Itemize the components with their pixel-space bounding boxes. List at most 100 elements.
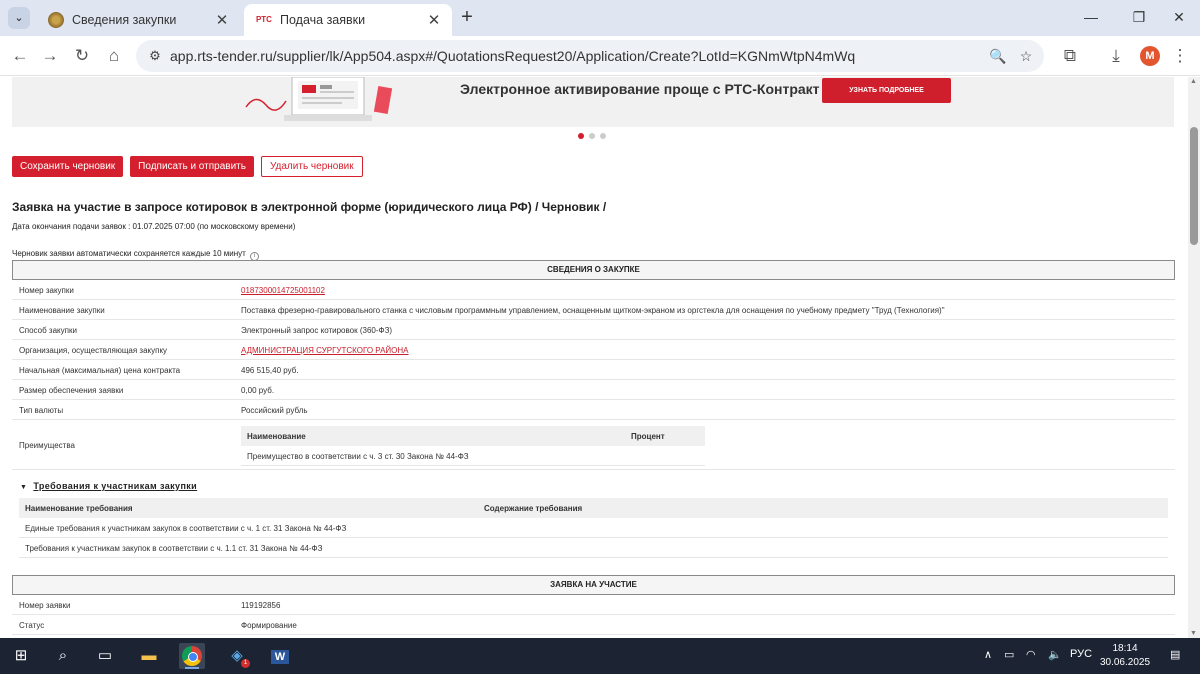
info-row-method: Способ закупки Электронный запрос котиро… — [12, 320, 1175, 340]
advantages-table: Наименование Процент Преимущество в соот… — [241, 426, 705, 466]
tab-procurement-info[interactable]: Сведения закупки ✕ — [36, 4, 240, 36]
word-icon[interactable]: W — [267, 643, 293, 669]
back-button[interactable]: ← — [8, 44, 32, 68]
row-label: Номер заявки — [19, 601, 71, 610]
close-window-button[interactable]: ✕ — [1164, 5, 1194, 29]
home-button[interactable]: ⌂ — [102, 44, 126, 68]
close-icon[interactable]: ✕ — [214, 11, 230, 29]
info-row-name: Наименование закупки Поставка фрезерно-г… — [12, 300, 1175, 320]
search-icon[interactable]: ⌕ — [50, 643, 76, 669]
windows-start-icon[interactable]: ⊞ — [8, 643, 34, 669]
page-content: Электронное активирование проще с РТС-Ко… — [0, 77, 1188, 638]
close-icon[interactable]: ✕ — [426, 11, 442, 29]
row-value: 0,00 руб. — [241, 386, 275, 395]
table-row: Требования к участникам закупок в соотве… — [19, 538, 1168, 558]
sign-and-send-button[interactable]: Подписать и отправить — [130, 156, 254, 177]
organization-link[interactable]: АДМИНИСТРАЦИЯ СУРГУТСКОГО РАЙОНА — [241, 346, 409, 355]
info-row-security: Размер обеспечения заявки 0,00 руб. — [12, 380, 1175, 400]
row-value: 496 515,40 руб. — [241, 366, 299, 375]
banner-text: Электронное активирование проще с РТС-Ко… — [460, 81, 820, 97]
clock-time: 18:14 — [1112, 643, 1138, 654]
row-label: Тип валюты — [19, 406, 64, 415]
save-draft-button[interactable]: Сохранить черновик — [12, 156, 124, 177]
reload-button[interactable]: ↻ — [70, 44, 94, 68]
deadline-text: Дата окончания подачи заявок : 01.07.202… — [12, 222, 296, 231]
caret-down-icon: ▼ — [20, 484, 28, 491]
promo-banner[interactable]: Электронное активирование проще с РТС-Ко… — [12, 77, 1174, 127]
active-indicator — [185, 667, 199, 669]
chrome-logo-icon — [182, 646, 202, 666]
row-label: Начальная (максимальная) цена контракта — [19, 366, 181, 375]
scroll-up-arrow-icon[interactable]: ▲ — [1190, 78, 1197, 85]
requirements-toggle[interactable]: ▼ Требования к участникам закупки — [20, 481, 197, 491]
table-row: Единые требования к участникам закупок в… — [19, 518, 1168, 538]
tab-title: Подача заявки — [280, 13, 366, 27]
tab-application-submit[interactable]: РТС Подача заявки ✕ — [244, 4, 452, 36]
chevron-up-icon[interactable]: ∧ — [984, 648, 992, 661]
column-header: Наименование требования — [25, 504, 133, 513]
column-header: Процент — [631, 432, 665, 441]
carousel-dots — [578, 133, 606, 139]
row-label: Преимущества — [19, 441, 75, 450]
carousel-dot[interactable] — [578, 133, 584, 139]
requirements-title: Требования к участникам закупки — [33, 481, 198, 491]
battery-icon[interactable]: ▭ — [1004, 648, 1014, 661]
site-settings-icon[interactable]: ⚙ — [146, 47, 164, 65]
wifi-icon[interactable]: ◠ — [1026, 648, 1036, 661]
row-label: Номер закупки — [19, 286, 74, 295]
minimize-button[interactable]: — — [1076, 5, 1106, 29]
restore-button[interactable]: ❐ — [1124, 5, 1154, 29]
tab-title: Сведения закупки — [72, 13, 177, 27]
page-scrollbar[interactable]: ▲ ▼ — [1188, 77, 1200, 638]
chrome-icon[interactable] — [179, 643, 205, 669]
clock[interactable]: 18:14 30.06.2025 — [1097, 642, 1153, 670]
tab-search-button[interactable]: ⌄ — [8, 7, 30, 29]
menu-kebab-icon[interactable]: ⋮ — [1168, 44, 1192, 68]
laptop-illustration — [245, 77, 393, 121]
new-tab-button[interactable]: + — [456, 6, 478, 28]
browser-toolbar: ← → ↻ ⌂ ⚙ app.rts-tender.ru/supplier/lk/… — [0, 36, 1200, 76]
telegram-icon[interactable]: ◈ 1 — [224, 643, 250, 669]
scroll-thumb[interactable] — [1190, 127, 1198, 245]
info-row-price: Начальная (максимальная) цена контракта … — [12, 360, 1175, 380]
bookmark-star-icon[interactable]: ☆ — [1016, 46, 1036, 66]
row-label: Наименование закупки — [19, 306, 105, 315]
application-row-status: Статус Формирование — [12, 615, 1175, 635]
table-header: Наименование требования Содержание требо… — [19, 498, 1168, 518]
carousel-dot[interactable] — [600, 133, 606, 139]
row-label: Способ закупки — [19, 326, 77, 335]
carousel-dot[interactable] — [589, 133, 595, 139]
downloads-icon[interactable]: ⤓ — [1104, 44, 1128, 68]
rts-favicon-icon: РТС — [256, 12, 272, 28]
clock-date: 30.06.2025 — [1099, 657, 1151, 668]
scroll-down-arrow-icon[interactable]: ▼ — [1190, 630, 1197, 637]
task-view-icon[interactable]: ▭ — [92, 643, 118, 669]
address-bar[interactable]: ⚙ app.rts-tender.ru/supplier/lk/App504.a… — [136, 40, 1044, 72]
application-section-header: ЗАЯВКА НА УЧАСТИЕ — [12, 575, 1175, 595]
notification-badge: 1 — [241, 659, 250, 668]
table-cell: Единые требования к участникам закупок в… — [25, 524, 347, 533]
row-value: 119192856 — [241, 601, 281, 610]
row-label: Размер обеспечения заявки — [19, 386, 124, 395]
delete-draft-button[interactable]: Удалить черновик — [260, 156, 363, 177]
table-header: Наименование Процент — [241, 426, 705, 446]
tab-strip: ⌄ Сведения закупки ✕ РТС Подача заявки ✕… — [0, 0, 1200, 36]
profile-avatar[interactable]: M — [1140, 46, 1160, 66]
extensions-icon[interactable]: ⧉ — [1058, 44, 1082, 68]
language-indicator[interactable]: РУС — [1070, 648, 1092, 660]
action-buttons: Сохранить черновик Подписать и отправить… — [12, 156, 370, 177]
forward-button[interactable]: → — [38, 44, 62, 68]
info-row-organization: Организация, осуществляющая закупку АДМИ… — [12, 340, 1175, 360]
notifications-icon[interactable]: ▤ — [1170, 648, 1180, 661]
table-row: Преимущество в соответствии с ч. 3 ст. 3… — [241, 446, 705, 466]
url-text[interactable]: app.rts-tender.ru/supplier/lk/App504.asp… — [170, 48, 855, 64]
zoom-icon[interactable]: 🔍 — [988, 46, 1008, 66]
procurement-number-link[interactable]: 0187300014725001102 — [241, 286, 325, 295]
emblem-icon — [48, 12, 64, 28]
row-value: Поставка фрезерно-гравировального станка… — [241, 306, 945, 315]
file-explorer-icon[interactable]: ▬ — [136, 643, 162, 669]
learn-more-button[interactable]: УЗНАТЬ ПОДРОБНЕЕ — [822, 78, 951, 103]
windows-taskbar: ⊞ ⌕ ▭ ▬ ◈ 1 W ∧ ▭ ◠ 🔈 РУС 18:14 30.06.202… — [0, 638, 1200, 674]
volume-icon[interactable]: 🔈 — [1048, 648, 1062, 661]
procurement-section-header: СВЕДЕНИЯ О ЗАКУПКЕ — [12, 260, 1175, 280]
